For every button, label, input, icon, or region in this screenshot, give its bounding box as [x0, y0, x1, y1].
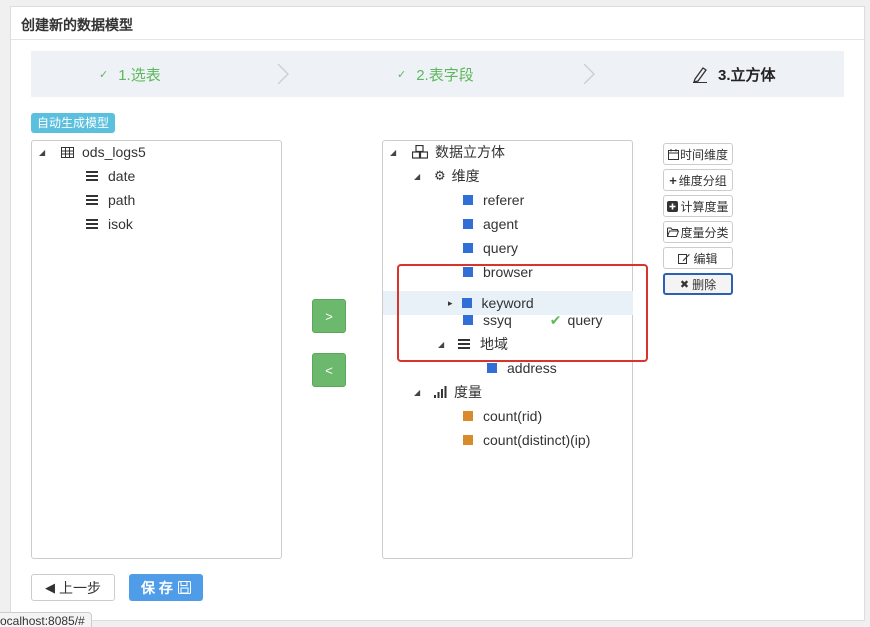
- tree-node-field[interactable]: path: [86, 188, 135, 212]
- list-icon: [86, 171, 98, 181]
- time-dimension-button[interactable]: 时间维度: [663, 143, 733, 165]
- expanded-triangle-icon[interactable]: ◢: [414, 388, 424, 397]
- tree-node-dimension[interactable]: referer: [463, 188, 524, 212]
- floppy-disk-icon: [177, 581, 191, 594]
- tree-node-dimension[interactable]: query: [463, 236, 518, 260]
- calculated-measure-button[interactable]: 计算度量: [663, 195, 733, 217]
- step-label: 1.选表: [118, 66, 161, 84]
- browser-status-url: ocalhost:8085/#: [0, 612, 92, 627]
- edit-button[interactable]: 编辑: [663, 247, 733, 269]
- annotation-highlight-box: [397, 264, 648, 362]
- expanded-triangle-icon[interactable]: ◢: [390, 148, 400, 157]
- expanded-triangle-icon[interactable]: ◢: [39, 148, 49, 157]
- source-table-tree: [31, 140, 282, 559]
- plus-square-icon: [667, 200, 679, 212]
- wizard-steps: ✓ 1.选表 ✓ 2.表字段 3.立方体: [31, 51, 844, 97]
- folder-open-icon: [667, 227, 680, 237]
- model-panel: 创建新的数据模型 ✓ 1.选表 ✓ 2.表字段 3.立方体 自动生成模型 ◢ o…: [10, 6, 865, 621]
- plus-icon: +: [669, 172, 677, 188]
- check-icon: ✓: [397, 68, 407, 81]
- tree-node-field[interactable]: isok: [86, 212, 133, 236]
- check-icon: ✓: [99, 68, 109, 81]
- table-name: ods_logs5: [82, 144, 146, 160]
- step-cube[interactable]: 3.立方体: [691, 51, 776, 97]
- panel-title: 创建新的数据模型: [21, 17, 133, 33]
- move-right-button[interactable]: >: [312, 299, 346, 333]
- chevron-right-icon: [583, 64, 595, 84]
- step-label: 3.立方体: [718, 66, 776, 84]
- auto-generate-button[interactable]: 自动生成模型: [31, 113, 116, 133]
- edit-icon: [678, 253, 691, 264]
- tree-node-table[interactable]: ◢ ods_logs5: [39, 140, 146, 164]
- pencil-icon: [693, 67, 707, 83]
- dimension-group-button[interactable]: + 维度分组: [663, 169, 733, 191]
- tree-node-measure-group[interactable]: ◢ 度量: [414, 380, 482, 404]
- measure-square-icon: [463, 435, 473, 445]
- tree-node-dimension[interactable]: agent: [463, 212, 518, 236]
- tree-node-dimension-group[interactable]: ◢ ⚙ 维度: [414, 164, 480, 188]
- calendar-icon: [667, 148, 679, 160]
- tree-node-measure[interactable]: count(distinct)(ip): [463, 428, 590, 452]
- prev-step-button[interactable]: ◀ 上一步: [31, 574, 115, 601]
- dimension-square-icon: [463, 219, 473, 229]
- cubes-icon: [412, 145, 428, 159]
- expanded-triangle-icon[interactable]: ◢: [414, 172, 424, 181]
- title-divider: [11, 39, 864, 40]
- dimension-square-icon: [463, 243, 473, 253]
- close-icon: ✖: [679, 278, 690, 291]
- step-select-table[interactable]: ✓ 1.选表: [99, 51, 161, 97]
- step-label: 2.表字段: [416, 66, 474, 84]
- dimension-square-icon: [463, 195, 473, 205]
- move-left-button[interactable]: <: [312, 353, 346, 387]
- save-button[interactable]: 保 存: [129, 574, 203, 601]
- dimension-square-icon: [487, 363, 497, 373]
- tree-node-cube-root[interactable]: ◢ 数据立方体: [390, 140, 505, 164]
- measure-square-icon: [463, 411, 473, 421]
- list-icon: [86, 195, 98, 205]
- tree-node-field[interactable]: date: [86, 164, 135, 188]
- chevron-right-icon: [277, 64, 289, 84]
- gears-icon: ⚙: [434, 168, 446, 183]
- list-icon: [86, 219, 98, 229]
- measure-category-button[interactable]: 度量分类: [663, 221, 733, 243]
- step-table-fields[interactable]: ✓ 2.表字段: [397, 51, 474, 97]
- tree-node-measure[interactable]: count(rid): [463, 404, 542, 428]
- delete-button[interactable]: ✖ 删除: [663, 273, 733, 295]
- signal-bars-icon: [434, 386, 447, 398]
- table-icon: [61, 146, 74, 158]
- arrow-left-icon: ◀: [45, 579, 55, 595]
